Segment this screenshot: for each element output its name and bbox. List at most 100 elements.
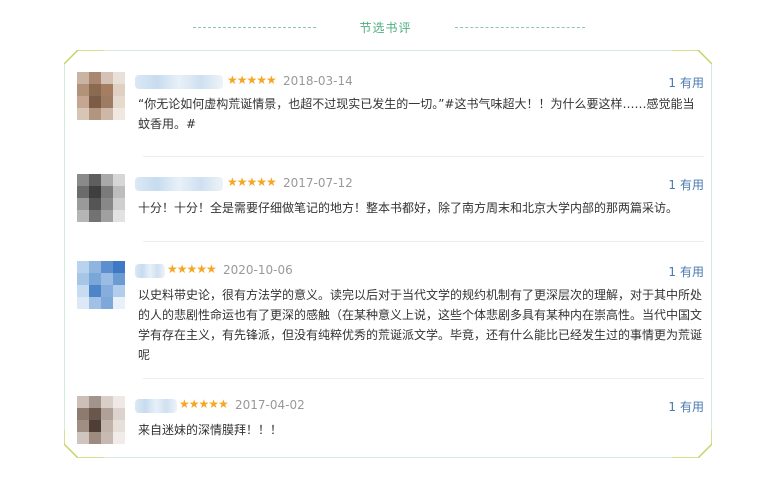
avatar-pixel [101, 96, 113, 108]
useful-label: 有用 [679, 400, 704, 414]
review-date: 2018-03-14 [283, 74, 353, 88]
avatar-pixel [77, 432, 89, 444]
section-header: 节选书评 [0, 16, 773, 38]
avatar-pixel [101, 108, 113, 120]
review-date: 2020-10-06 [223, 263, 293, 277]
avatar-pixel [101, 273, 113, 285]
avatar-pixel [113, 408, 125, 420]
avatar-pixel [101, 84, 113, 96]
review-divider [143, 378, 704, 379]
rating-stars: ★★★★★ [179, 397, 229, 411]
rating-stars: ★★★★★ [227, 73, 277, 87]
avatar-pixel [89, 96, 101, 108]
avatar-pixel [89, 72, 101, 84]
avatar-pixel [77, 285, 89, 297]
avatar-pixel [113, 396, 125, 408]
avatar-pixel [101, 72, 113, 84]
useful-count: 1 [668, 265, 676, 279]
review-frame: ★★★★★ 2018-03-14 1 有用 “你无论如何虚构荒诞情景，也超不过现实… [64, 50, 712, 458]
avatar-pixel [113, 420, 125, 432]
rating-stars: ★★★★★ [167, 262, 217, 276]
avatar-pixel [77, 261, 89, 273]
review-text: 以史料带史论，很有方法学的意义。读完以后对于当代文学的规约机制有了更深层次的理解… [138, 288, 703, 362]
avatar-pixel [77, 174, 89, 186]
review-text: 来自迷妹的深情膜拜！！！ [138, 423, 283, 437]
useful-label: 有用 [679, 265, 704, 279]
useful-label: 有用 [679, 76, 704, 90]
avatar-pixel [89, 210, 101, 222]
avatar-pixel [89, 297, 101, 309]
avatar[interactable] [77, 72, 125, 120]
username-blurred[interactable] [135, 177, 223, 191]
avatar-pixel [113, 198, 125, 210]
useful-button[interactable]: 1 有用 [668, 398, 704, 415]
avatar-pixel [89, 261, 101, 273]
avatar-pixel [77, 72, 89, 84]
avatar-pixel [101, 285, 113, 297]
review-divider [143, 156, 704, 157]
review-text: 十分！十分！全是需要仔细做笔记的地方！整本书都好，除了南方周末和北京大学内部的那… [138, 201, 679, 215]
avatar-pixel [113, 96, 125, 108]
avatar-pixel [77, 408, 89, 420]
avatar-pixel [89, 285, 101, 297]
avatar-pixel [101, 432, 113, 444]
useful-button[interactable]: 1 有用 [668, 74, 704, 91]
avatar-pixel [77, 297, 89, 309]
avatar-pixel [77, 96, 89, 108]
avatar-pixel [113, 261, 125, 273]
avatar-pixel [77, 273, 89, 285]
avatar-pixel [113, 210, 125, 222]
username-blurred[interactable] [135, 75, 223, 89]
avatar-pixel [89, 108, 101, 120]
avatar-pixel [101, 420, 113, 432]
useful-button[interactable]: 1 有用 [668, 176, 704, 193]
avatar-pixel [101, 198, 113, 210]
username-blurred[interactable] [135, 399, 177, 413]
avatar-pixel [113, 297, 125, 309]
avatar-pixel [89, 198, 101, 210]
avatar-pixel [77, 210, 89, 222]
review-text: “你无论如何虚构荒诞情景，也超不过现实已发生的一切。”#这书气味超大！！为什么要… [138, 97, 695, 131]
avatar-pixel [101, 210, 113, 222]
rating-stars: ★★★★★ [227, 175, 277, 189]
avatar-pixel [101, 261, 113, 273]
avatar-pixel [89, 84, 101, 96]
avatar-pixel [89, 273, 101, 285]
avatar-pixel [77, 186, 89, 198]
section-title: 节选书评 [359, 21, 412, 35]
avatar-pixel [77, 108, 89, 120]
avatar-pixel [101, 396, 113, 408]
avatar-pixel [113, 174, 125, 186]
avatar-pixel [113, 84, 125, 96]
useful-count: 1 [668, 400, 676, 414]
header-dash-left [193, 27, 316, 28]
avatar[interactable] [77, 261, 125, 309]
avatar-pixel [89, 396, 101, 408]
avatar-pixel [113, 273, 125, 285]
avatar-pixel [89, 186, 101, 198]
useful-button[interactable]: 1 有用 [668, 263, 704, 280]
review-date: 2017-04-02 [235, 398, 305, 412]
review-divider [143, 241, 704, 242]
avatar-pixel [101, 297, 113, 309]
header-dash-right [455, 27, 585, 28]
avatar-pixel [113, 72, 125, 84]
avatar[interactable] [77, 396, 125, 444]
avatar-pixel [101, 174, 113, 186]
avatar-pixel [89, 420, 101, 432]
review-section: 节选书评 ★★★★★ 2018-03-14 1 有用 “你无论如何虚构荒诞情景，也… [0, 0, 773, 479]
review-date: 2017-07-12 [283, 176, 353, 190]
useful-label: 有用 [679, 178, 704, 192]
avatar-pixel [77, 84, 89, 96]
avatar-pixel [77, 420, 89, 432]
avatar-pixel [89, 174, 101, 186]
avatar-pixel [113, 285, 125, 297]
avatar-pixel [113, 432, 125, 444]
useful-count: 1 [668, 76, 676, 90]
avatar-pixel [113, 108, 125, 120]
username-blurred[interactable] [135, 264, 165, 278]
avatar-pixel [113, 186, 125, 198]
avatar-pixel [89, 432, 101, 444]
useful-count: 1 [668, 178, 676, 192]
avatar[interactable] [77, 174, 125, 222]
